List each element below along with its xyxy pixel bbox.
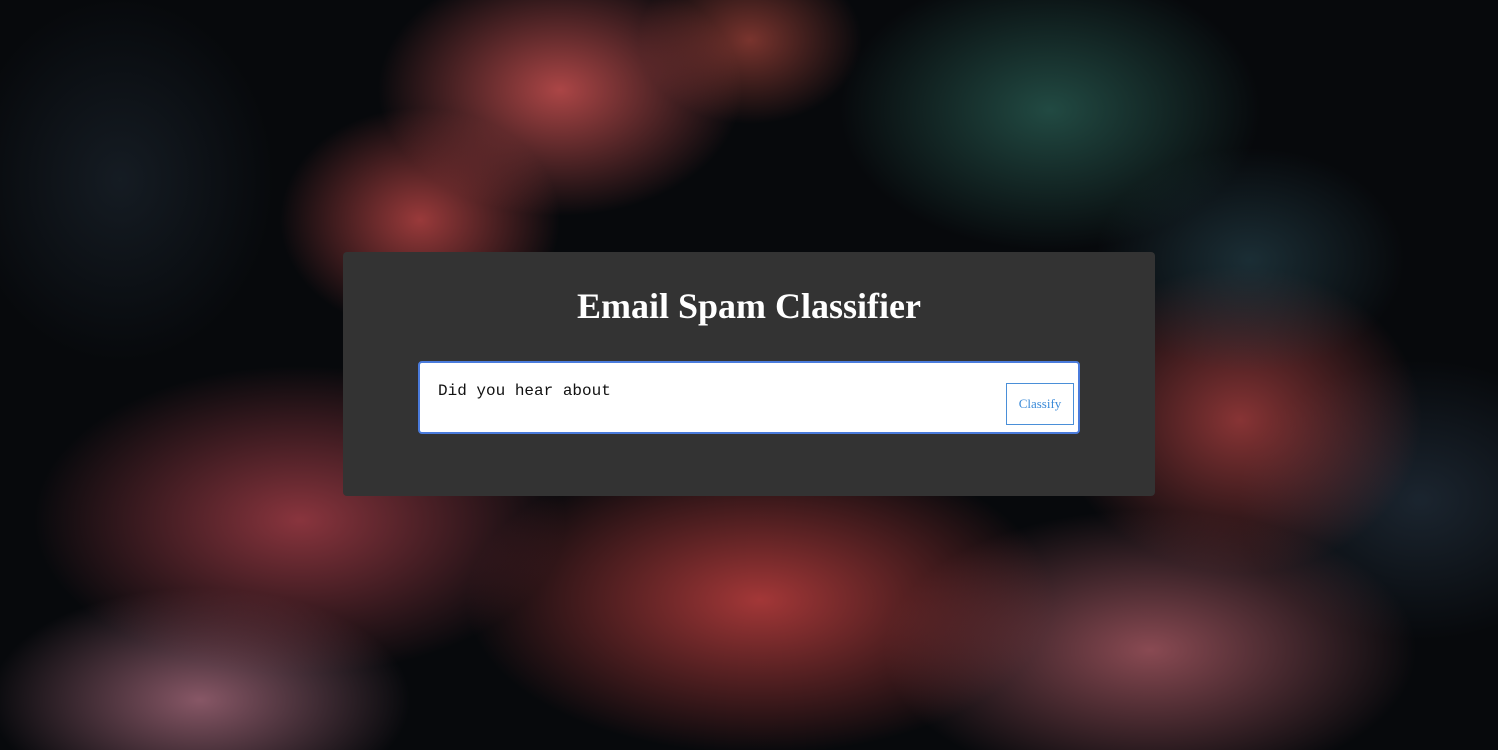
classify-button[interactable]: Classify — [1006, 383, 1074, 425]
page-title: Email Spam Classifier — [576, 286, 921, 326]
email-text-input[interactable]: Did you hear about — [418, 361, 1080, 434]
email-input-value: Did you hear about — [438, 382, 611, 400]
